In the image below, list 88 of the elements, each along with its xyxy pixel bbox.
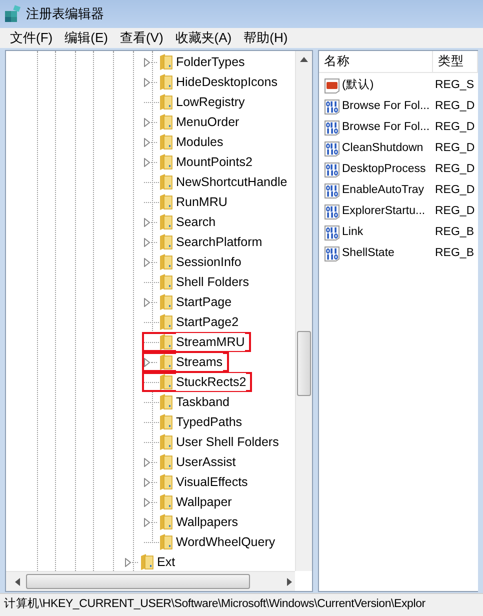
binary-value-icon (324, 98, 340, 114)
expand-triangle-icon[interactable] (144, 138, 150, 146)
folder-icon (159, 354, 173, 370)
folder-icon (159, 534, 173, 550)
folder-icon (159, 334, 173, 350)
value-name[interactable]: ShellState (342, 244, 394, 262)
scrollbar-thumb[interactable] (26, 574, 250, 589)
value-type: REG_S (434, 78, 474, 93)
tree-item[interactable]: Streams (176, 352, 223, 372)
folder-icon (159, 54, 173, 70)
value-name[interactable]: EnableAutoTray (342, 182, 424, 200)
value-type: REG_D (434, 204, 475, 219)
value-type: REG_D (434, 182, 475, 198)
scroll-up-arrow-icon[interactable] (300, 57, 308, 62)
expand-triangle-icon[interactable] (144, 298, 150, 306)
column-header[interactable]: 类型 (433, 51, 478, 72)
expand-triangle-icon[interactable] (144, 58, 150, 66)
binary-value-icon (324, 246, 340, 262)
value-name[interactable]: Link (342, 224, 364, 242)
window-title: 注册表编辑器 (26, 5, 104, 24)
scroll-left-arrow-icon[interactable] (15, 578, 20, 586)
binary-value-icon (324, 140, 340, 156)
binary-value-icon (324, 224, 340, 240)
value-type: REG_D (434, 120, 475, 135)
value-type: REG_B (434, 246, 474, 261)
folder-icon (159, 314, 173, 330)
binary-value-icon (324, 120, 340, 136)
value-name[interactable]: (默认) (342, 76, 374, 94)
binary-value-icon (324, 182, 340, 198)
string-value-icon (324, 78, 340, 94)
expand-triangle-icon[interactable] (144, 78, 150, 86)
expand-triangle-icon[interactable] (144, 478, 150, 486)
folder-icon (159, 94, 173, 110)
folder-icon (159, 74, 173, 90)
tree-item[interactable]: StuckRects2 (176, 372, 246, 392)
expand-triangle-icon[interactable] (144, 158, 150, 166)
expand-triangle-icon[interactable] (144, 498, 150, 506)
expand-triangle-icon[interactable] (144, 358, 150, 366)
value-name[interactable]: CleanShutdown (342, 140, 424, 158)
value-name[interactable]: DesktopProcess (342, 160, 426, 178)
expand-triangle-icon[interactable] (144, 218, 150, 226)
folder-icon (159, 234, 173, 250)
folder-icon (159, 254, 173, 270)
expand-triangle-icon[interactable] (144, 258, 150, 266)
folder-icon (159, 414, 173, 430)
value-type: REG_D (434, 140, 475, 156)
binary-value-icon (324, 204, 340, 220)
folder-icon (159, 194, 173, 210)
folder-icon (159, 494, 173, 510)
expand-triangle-icon[interactable] (144, 518, 150, 526)
binary-value-icon (324, 162, 340, 178)
folder-icon (159, 134, 173, 150)
horizontal-scrollbar[interactable] (6, 571, 295, 591)
menu-item[interactable]: 帮助(H) (238, 28, 294, 48)
status-bar: 计算机\HKEY_CURRENT_USER\Software\Microsoft\Windows\CurrentVersion\Explor (0, 593, 483, 616)
folder-icon (159, 394, 173, 410)
value-name[interactable]: ExplorerStartu... (342, 202, 426, 220)
expand-triangle-icon[interactable] (144, 238, 150, 246)
folder-icon (140, 554, 154, 570)
vertical-scrollbar[interactable] (295, 51, 312, 571)
value-type: REG_D (434, 98, 475, 114)
value-type: REG_D (434, 162, 475, 177)
folder-icon (159, 514, 173, 530)
value-name[interactable]: Browse For Fol... (342, 118, 430, 136)
folder-icon (159, 174, 173, 190)
column-header[interactable]: 名称 (319, 51, 433, 72)
menu-item[interactable]: 收藏夹(A) (169, 28, 238, 48)
tree-item[interactable]: StreamMRU (176, 332, 245, 352)
expand-triangle-icon[interactable] (144, 458, 150, 466)
menu-item[interactable]: 文件(F) (4, 28, 59, 48)
folder-icon (159, 474, 173, 490)
folder-icon (159, 434, 173, 450)
registry-cubes-icon (4, 5, 22, 23)
value-name[interactable]: Browse For Fol... (342, 98, 430, 116)
menu-item[interactable]: 编辑(E) (58, 28, 114, 48)
value-type: REG_B (434, 224, 474, 240)
folder-icon (159, 294, 173, 310)
folder-icon (159, 274, 173, 290)
scroll-right-arrow-icon[interactable] (287, 578, 292, 586)
folder-icon (159, 454, 173, 470)
menu-item[interactable]: 查看(V) (114, 28, 170, 48)
expand-triangle-icon[interactable] (144, 118, 150, 126)
expand-triangle-icon[interactable] (125, 558, 131, 566)
folder-icon (159, 114, 173, 130)
scrollbar-thumb[interactable] (297, 331, 311, 396)
folder-icon (159, 154, 173, 170)
folder-icon (159, 374, 173, 390)
folder-icon (159, 214, 173, 230)
